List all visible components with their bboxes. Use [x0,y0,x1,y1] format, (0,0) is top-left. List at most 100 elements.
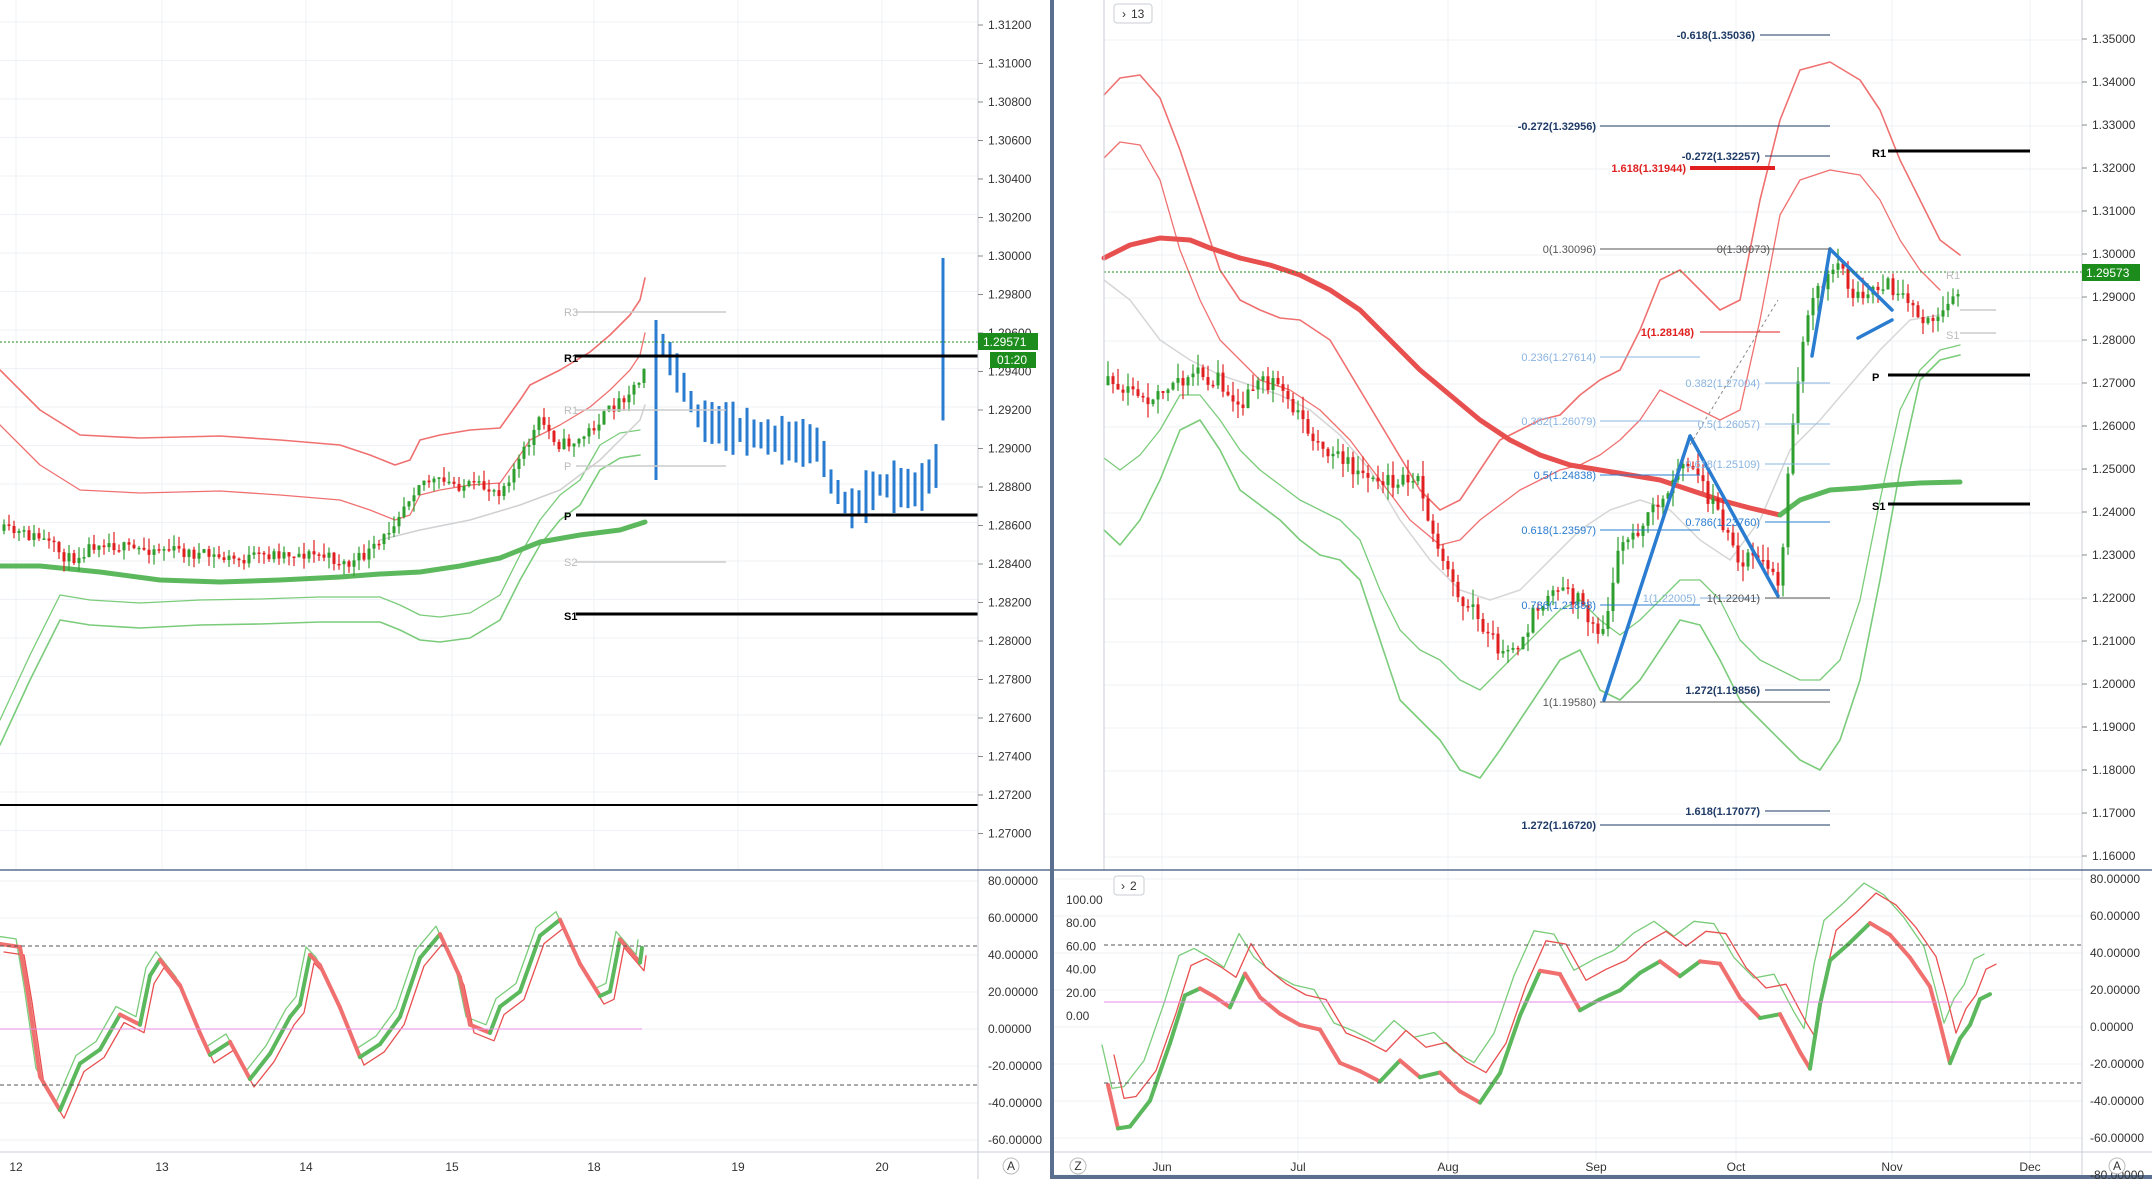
left-candle-body [337,563,341,566]
osc-axis-label: 60.00000 [988,911,1038,925]
right-candle-body [1496,633,1500,654]
right-candle-body [1386,475,1390,486]
right-candle-body [1611,582,1615,612]
osc-left-thick [98,1012,122,1052]
right-candle-body [1806,315,1810,342]
time-axis-label: Sep [1585,1160,1607,1174]
right-candle-body [1741,562,1745,567]
right-candle-body [1231,395,1235,402]
right-candle-body [1141,395,1145,398]
osc-left-thick [608,937,622,994]
price-axis-label: 1.26000 [2092,419,2136,433]
fib-label: 0.382(1.26079) [1521,416,1596,428]
auto-button-text: A [2113,1159,2121,1173]
price-axis-label: 1.27200 [988,788,1032,802]
price-axis-label: 1.17000 [2092,806,2136,820]
fib-label: 1(1.28148) [1641,327,1695,339]
right-candle-body [1851,288,1855,298]
left-candle-body [592,428,596,431]
osc-axis-label: -20.00000 [2090,1057,2144,1071]
right-candle-body [1526,632,1530,637]
ma-green-thick [1777,479,1963,518]
fib-label: 1.618(1.17077) [1685,806,1760,818]
osc-left-thick [138,973,152,1027]
chevron-right-icon: › [1121,879,1125,893]
osc-right-thick [1968,997,1982,1027]
left-candle-body [387,532,391,535]
left-candle-body [107,543,111,548]
right-candle-body [1881,289,1885,291]
fib-label: -0.272(1.32956) [1518,121,1597,133]
osc-right-thick [1558,972,1582,1013]
osc-left-thick [198,1031,212,1057]
osc-right-thick [1818,958,1832,1007]
price-axis-label: 1.28400 [988,557,1032,571]
price-axis-label: 1.30400 [988,172,1032,186]
left-candle-body [457,483,461,491]
osc-axis-label: -60.00000 [2090,1131,2144,1145]
right-candle-body [1291,398,1295,413]
left-candle-body [312,551,316,555]
left-candle-body [487,489,491,492]
left-candle-body [307,551,311,559]
right-candle-body [1236,401,1240,405]
fib-label: 0.5(1.26057) [1698,419,1760,431]
collapse-button-osc[interactable] [1113,875,1145,896]
right-candle-body [1651,504,1655,513]
right-candle-body [1376,477,1380,482]
price-axis-label: 1.28000 [988,634,1032,648]
left-candle-body [577,438,581,444]
left-candle-body [477,481,481,483]
right-candle-body [1946,303,1950,311]
osc-left-thick [558,917,582,966]
right-candle-body [1361,470,1365,474]
osc-right-thin-red [1113,892,1997,1100]
right-candle-body [1956,294,1960,297]
right-candle-body [1311,433,1315,442]
left-candle-body [2,524,6,531]
bb-upper-red [0,277,646,466]
right-candle-body [1201,367,1205,378]
osc-axis-label: 40.00000 [988,948,1038,962]
left-candle-body [82,557,86,559]
right-candle-body [1781,547,1785,586]
price-badge-text: 1.29571 [983,335,1027,349]
right-candle-body [1776,571,1780,586]
left-candle-body [622,398,626,403]
right-candle-body [1406,474,1410,483]
right-candle-body [1796,381,1800,424]
right-candle-body [1391,475,1395,488]
chevron-right-icon: › [1122,7,1126,21]
left-candle-body [222,557,226,560]
left-candle-body [317,554,321,556]
right-candle-body [1951,296,1955,304]
osc-left-thick [228,1039,252,1082]
right-candle-body [1401,474,1405,485]
osc-axis-label: -60.00000 [988,1133,1042,1147]
osc-left-thick [318,963,342,1010]
right-candle-body [1151,399,1155,405]
fib-label: 0.786(1.21888) [1521,600,1596,612]
right-candle-body [1926,317,1930,324]
left-candle-body [547,424,551,431]
right-candle-body [1396,484,1400,488]
left-candle-body [502,486,506,497]
chart-canvas[interactable]: R3 R1 R1 P P S2 S1 -0.618(1.35036) -0.272(1.3295… [0,0,2152,1179]
left-candle-body [217,554,221,558]
left-candle-body [152,549,156,555]
right-candle-body [1246,389,1250,409]
right-candle-body [1616,550,1620,583]
left-candle-body [422,480,426,486]
price-axis-label: 1.28000 [2092,333,2136,347]
osc-left-thick [438,932,462,980]
left-candle-body [72,553,76,564]
osc-right-thick [1498,1013,1522,1076]
right-candle-body [1646,512,1650,526]
right-candle-body [1341,451,1345,464]
left-candle-body [517,458,521,469]
right-candle-body [1436,533,1440,549]
right-candle-body [1516,647,1520,650]
right-candle-body [1331,453,1335,457]
osc-left-axis-label: 60.00 [1066,939,1096,953]
right-candle-body [1276,377,1280,385]
